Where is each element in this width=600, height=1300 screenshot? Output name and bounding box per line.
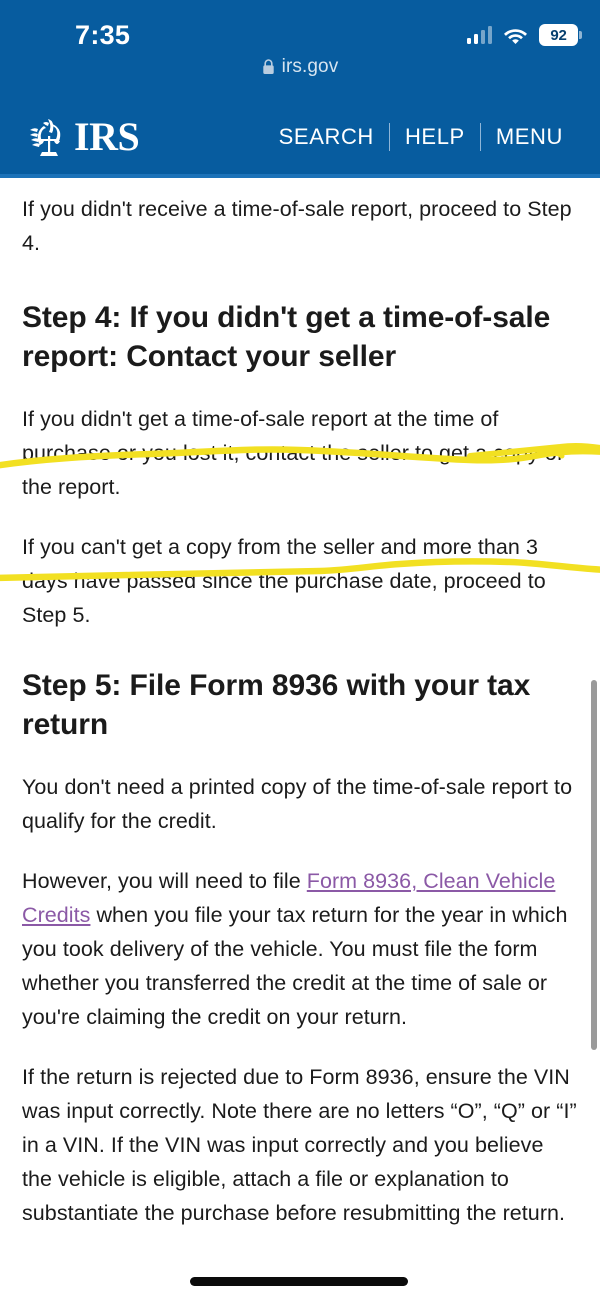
paragraph-step5-2-pre: However, you will need to file xyxy=(22,869,307,893)
paragraph-step5-3: If the return is rejected due to Form 89… xyxy=(22,1065,577,1225)
paragraph-step5-2-post: when you file your tax return for the ye… xyxy=(22,903,568,1029)
irs-wordmark: IRS xyxy=(74,114,140,159)
battery-icon: 92 xyxy=(539,24,582,46)
url-text: irs.gov xyxy=(281,56,339,77)
battery-percent-label: 92 xyxy=(550,26,567,44)
page-scrollbar[interactable] xyxy=(591,680,597,1050)
status-bar: 7:35 92 xyxy=(0,0,600,62)
phone-screen: 7:35 92 irs.gov IRS SEARCH HELP MENU If … xyxy=(0,0,600,1300)
irs-logo[interactable]: IRS xyxy=(26,114,140,160)
cellular-bars-icon xyxy=(466,26,492,44)
page-body: If you didn't receive a time-of-sale rep… xyxy=(0,178,600,1300)
heading-step-4: Step 4: If you didn't get a time-of-sale… xyxy=(22,301,551,373)
battery-nub xyxy=(579,31,582,39)
status-bar-time: 7:35 xyxy=(75,20,131,50)
paragraph-step4-1: If you didn't get a time-of-sale report … xyxy=(22,407,563,499)
site-header: IRS SEARCH HELP MENU xyxy=(0,100,600,174)
paragraph-step5-1: You don't need a printed copy of the tim… xyxy=(22,775,573,833)
nav-link-search[interactable]: SEARCH xyxy=(264,124,389,150)
home-indicator xyxy=(190,1277,408,1286)
heading-step-5: Step 5: File Form 8936 with your tax ret… xyxy=(22,669,531,741)
browser-chrome: 7:35 92 irs.gov IRS SEARCH HELP MENU xyxy=(0,0,600,178)
paragraph-step4-2: If you can't get a copy from the seller … xyxy=(22,535,546,627)
paragraph-step5-2: However, you will need to file Form 8936… xyxy=(22,864,578,1034)
nav-link-menu[interactable]: MENU xyxy=(481,124,578,150)
lock-icon xyxy=(262,59,275,75)
article-content: If you didn't receive a time-of-sale rep… xyxy=(0,178,600,1230)
status-bar-indicators: 92 xyxy=(466,22,582,48)
nav-link-help[interactable]: HELP xyxy=(390,124,480,150)
scrollbar-thumb[interactable] xyxy=(591,680,597,1050)
irs-seal-icon xyxy=(26,114,72,160)
wifi-icon xyxy=(503,26,528,45)
header-nav: SEARCH HELP MENU xyxy=(264,121,578,153)
paragraph-intro: If you didn't receive a time-of-sale rep… xyxy=(22,197,572,255)
url-bar[interactable]: irs.gov xyxy=(0,56,600,78)
